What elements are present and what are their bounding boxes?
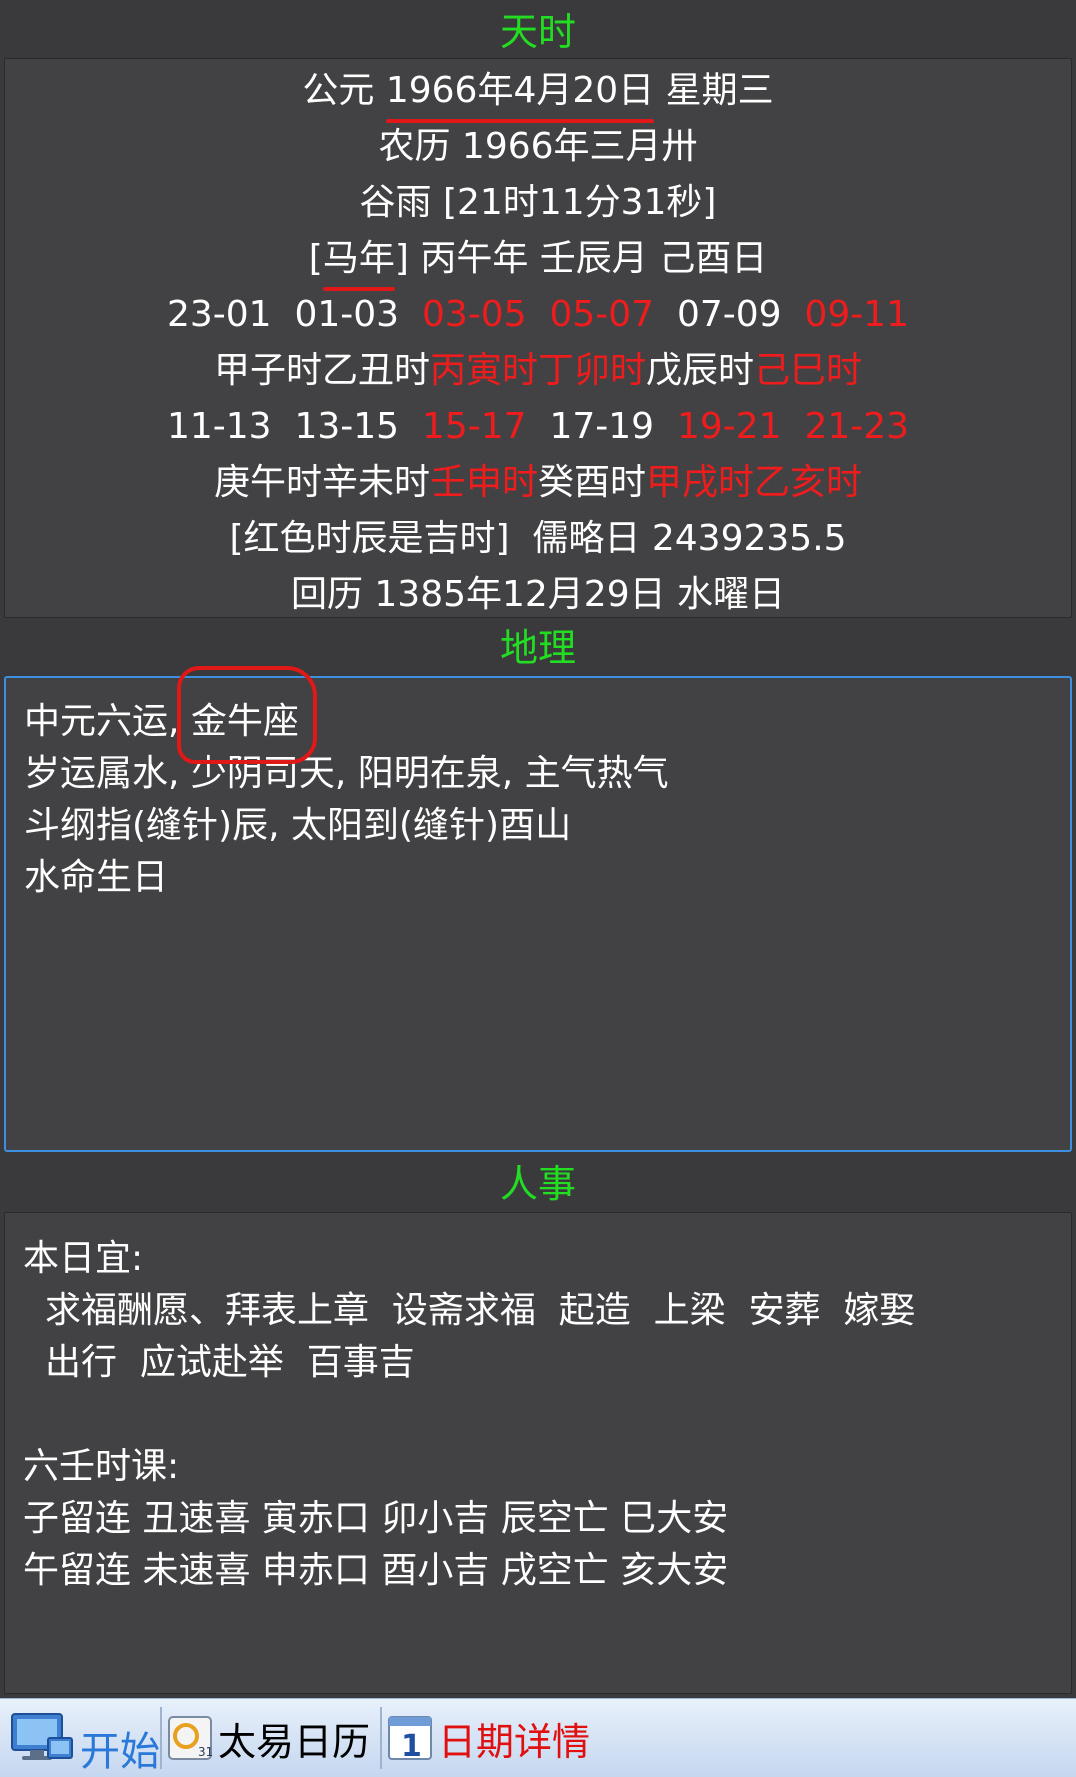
shichen-2: 辛未时 [321, 462, 430, 503]
liuren-line-1: 子留连 丑速喜 寅赤口 卯小吉 辰空亡 巳大安 [23, 1498, 729, 1539]
julian-note-line: [红色时辰是吉时] 儒略日 2439235.5 [229, 518, 847, 559]
ganzhi-line: [马年] 丙午年 壬辰月 己酉日 [5, 231, 1071, 291]
shichen-6: 乙亥时 [754, 462, 863, 503]
taskbar-app-taiyi-label: 太易日历 [218, 1719, 371, 1764]
gregorian-date: 1966年4月20日 [385, 63, 655, 123]
hijri-line: 回历 1385年12月29日 水曜日 [290, 574, 786, 615]
hour-range-6: 09-11 [804, 294, 910, 335]
section-title-dili: 地理 [499, 626, 576, 670]
shichen-4: 丁卯时 [538, 350, 647, 391]
hour-range-2: 01-03 [294, 294, 400, 335]
tianshi-panel: 公元 1966年4月20日 星期三 农历 1966年三月卅 谷雨 [21时11分… [4, 58, 1072, 618]
solar-term-line: 谷雨 [21时11分31秒] [359, 182, 717, 223]
taskbar-app-date-details[interactable]: 1 日期详情 [388, 1699, 590, 1777]
hour-range-6: 21-23 [804, 406, 910, 447]
yun-text: 中元六运, [24, 701, 191, 742]
hour-range-5: 07-09 [676, 294, 782, 335]
hour-range-5: 19-21 [676, 406, 782, 447]
section-title-renshi: 人事 [499, 1162, 576, 1206]
gregorian-line: 公元 1966年4月20日 星期三 [5, 63, 1071, 123]
constellation: 金牛座 [176, 666, 317, 764]
taskbar-separator [160, 1707, 162, 1769]
yi-line-1: 求福酬愿、拜表上章 设斋求福 起造 上梁 安葬 嫁娶 [45, 1290, 916, 1331]
zodiac-open: [ [308, 238, 323, 279]
dili-panel[interactable]: 中元六运, 金牛座 岁运属水, 少阴司天, 阳明在泉, 主气热气 斗纲指(缝针)… [4, 666, 1072, 1152]
lunar-line: 农历 1966年三月卅 [378, 126, 698, 167]
taskbar-separator [380, 1707, 382, 1769]
shichen-5: 甲戌时 [646, 462, 755, 503]
ganzhi-rest: ] 丙午年 壬辰月 己酉日 [394, 238, 768, 279]
dili-line-1: 中元六运, 金牛座 [24, 666, 1070, 764]
start-label: 开始 [80, 1729, 160, 1775]
gregorian-weekday: 星期三 [654, 70, 774, 111]
start-button[interactable]: 开始 [10, 1699, 160, 1777]
date-page-icon: 1 [388, 1716, 432, 1764]
dili-line-3: 斗纲指(缝针)辰, 太阳到(缝针)酉山 [24, 805, 572, 846]
shichen-3: 丙寅时 [429, 350, 538, 391]
shichen-4: 癸酉时 [538, 462, 647, 503]
taskbar-app-date-details-label: 日期详情 [438, 1719, 591, 1764]
shichen-row-2: 庚午时辛未时壬申时癸酉时甲戌时乙亥时 [5, 455, 1071, 511]
hour-range-3: 15-17 [421, 406, 527, 447]
taskbar-app-taiyi-calendar[interactable]: 31 太易日历 [168, 1699, 370, 1777]
yi-line-2: 出行 应试赴举 百事吉 [45, 1342, 415, 1383]
shichen-2: 乙丑时 [321, 350, 430, 391]
dili-line-4: 水命生日 [24, 857, 169, 898]
liuren-label: 六壬时课: [23, 1446, 180, 1487]
shichen-5: 戊辰时 [646, 350, 755, 391]
shichen-3: 壬申时 [429, 462, 538, 503]
taskbar: 开始 31 太易日历 1 日期详情 [0, 1698, 1076, 1777]
shichen-6: 己巳时 [754, 350, 863, 391]
yi-label: 本日宜: [23, 1238, 144, 1279]
section-title-tianshi: 天时 [499, 10, 576, 54]
shichen-row-1: 甲子时乙丑时丙寅时丁卯时戊辰时己巳时 [5, 343, 1071, 399]
svg-text:31: 31 [198, 1745, 212, 1759]
hour-range-1: 23-01 [166, 294, 272, 335]
hours-row-2: 11-13 13-15 15-17 17-19 19-21 21-23 [5, 399, 1071, 455]
shichen-1: 甲子时 [213, 350, 322, 391]
renshi-panel[interactable]: 本日宜: 求福酬愿、拜表上章 设斋求福 起造 上梁 安葬 嫁娶 出行 应试赴举 … [4, 1212, 1072, 1694]
zodiac-year: 马年 [322, 231, 395, 291]
hour-range-2: 13-15 [294, 406, 400, 447]
hour-range-1: 11-13 [166, 406, 272, 447]
gregorian-prefix: 公元 [302, 70, 386, 111]
monitor-icon [10, 1710, 74, 1766]
liuren-line-2: 午留连 未速喜 申赤口 酉小吉 戌空亡 亥大安 [23, 1550, 729, 1591]
hour-range-4: 05-07 [549, 294, 655, 335]
shichen-1: 庚午时 [213, 462, 322, 503]
svg-text:1: 1 [401, 1729, 422, 1760]
hours-row-1: 23-01 01-03 03-05 05-07 07-09 09-11 [5, 287, 1071, 343]
hour-range-3: 03-05 [421, 294, 527, 335]
hour-range-4: 17-19 [549, 406, 655, 447]
calendar-icon: 31 [168, 1716, 213, 1760]
